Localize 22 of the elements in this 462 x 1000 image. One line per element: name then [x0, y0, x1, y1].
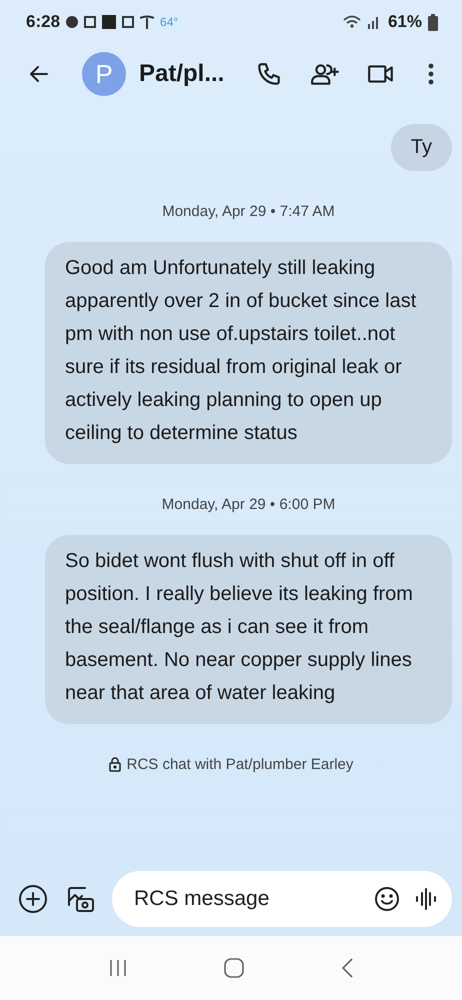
received-message: Good am Unfortunately still leaking apparently over 2 in of bucket since last pm with non use of.upstairs toilet..not sure if its residual from original leak or actively leaking planning to open up ceiling to determine status [45, 242, 452, 464]
contact-name: Pat/pl... [139, 60, 224, 88]
date-separator: Monday, Apr 29 • 7:47 AM [162, 203, 335, 220]
recent-apps-button[interactable] [108, 958, 128, 978]
contact-avatar: P [82, 52, 126, 96]
battery-percent: 61% [388, 12, 422, 32]
battery-icon [428, 14, 438, 30]
temperature-text: 64° [160, 15, 178, 29]
voice-input-icon[interactable] [414, 886, 438, 912]
received-message: So bidet wont flush with shut off in off position. I really believe its leaking from the seal/flange as i can see it from basement. No near copper supply lines near that area of water leaking [45, 535, 452, 724]
message-field[interactable]: RCS message [112, 871, 452, 927]
back-nav-button[interactable] [340, 957, 354, 979]
message-input[interactable]: RCS message [132, 886, 360, 912]
date-separator: Monday, Apr 29 • 6:00 PM [162, 496, 336, 513]
lock-icon [108, 757, 121, 772]
sent-message: Ty [390, 124, 452, 171]
chat-info-text: RCS chat with Pat/plumber Earley [126, 756, 354, 773]
more-options-icon[interactable] [427, 62, 435, 86]
emoji-icon[interactable] [374, 886, 400, 912]
add-button[interactable] [16, 882, 50, 916]
clock-time: 6:28 [26, 12, 60, 32]
home-button[interactable] [222, 957, 245, 979]
